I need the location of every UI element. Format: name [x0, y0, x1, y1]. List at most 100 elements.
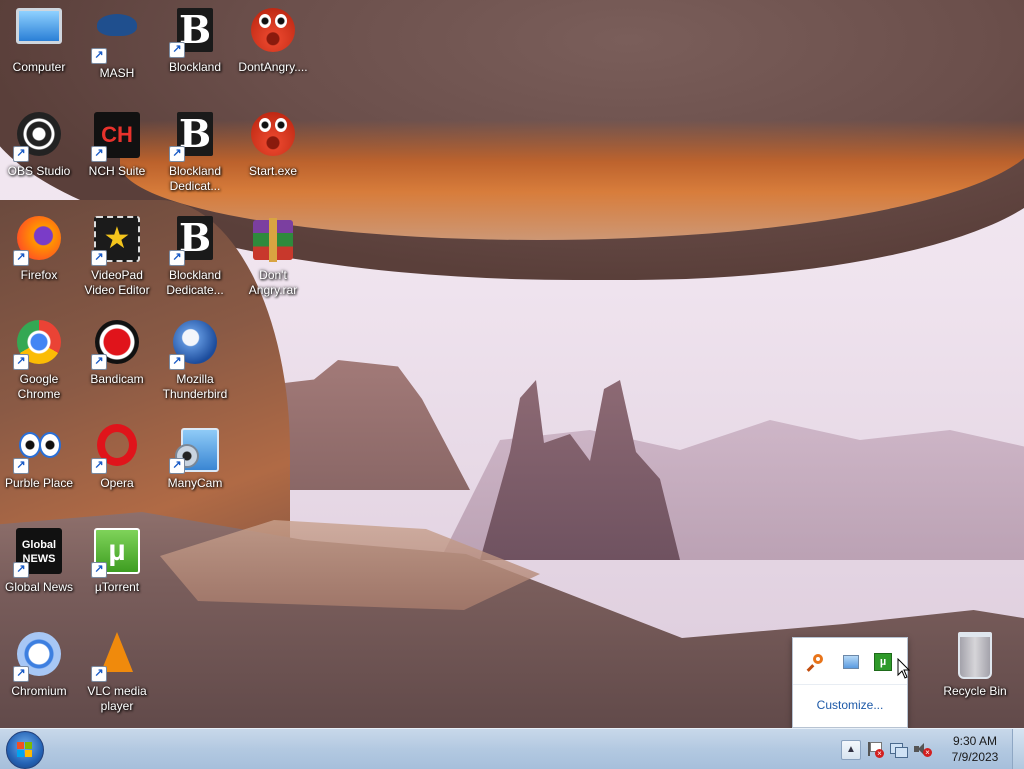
utorrent-icon: µ ↗ — [91, 528, 141, 578]
blockland-icon: B ↗ — [169, 112, 219, 162]
icon-label: Recycle Bin — [943, 684, 1007, 698]
shortcut-arrow-icon: ↗ — [169, 146, 185, 162]
icon-label: Mozilla Thunderbird — [162, 372, 228, 401]
desktop-icon-google-chrome[interactable]: ↗ Google Chrome — [0, 314, 78, 410]
dontangry-icon — [249, 8, 297, 56]
dontangry-icon — [249, 112, 297, 160]
nch-suite-icon: CH ↗ — [91, 112, 141, 162]
desktop-icon-chromium[interactable]: ↗ Chromium — [0, 626, 78, 722]
desktop-icon-firefox[interactable]: ↗ Firefox — [0, 210, 78, 306]
shortcut-arrow-icon: ↗ — [169, 250, 185, 266]
mouse-cursor-icon — [897, 658, 911, 679]
taskbar: ▲ × × 9:30 AM 7/9/2023 — [0, 728, 1024, 769]
desktop-icon-start-exe[interactable]: Start.exe — [234, 106, 312, 202]
shortcut-arrow-icon: ↗ — [91, 354, 107, 370]
bandicam-icon: ↗ — [91, 320, 141, 370]
shortcut-arrow-icon: ↗ — [91, 666, 107, 682]
icon-label: Opera — [100, 476, 134, 490]
desktop-icon-bandicam[interactable]: ↗ Bandicam — [78, 314, 156, 410]
desktop-icon-vlc[interactable]: ↗ VLC media player — [78, 626, 156, 722]
icon-label: Firefox — [20, 268, 58, 282]
shortcut-arrow-icon: ↗ — [169, 354, 185, 370]
shortcut-arrow-icon: ↗ — [91, 48, 107, 64]
shortcut-arrow-icon: ↗ — [91, 458, 107, 474]
customize-link[interactable]: Customize... — [793, 698, 907, 712]
icon-label: OBS Studio — [7, 164, 71, 178]
shortcut-arrow-icon: ↗ — [13, 458, 29, 474]
shortcut-arrow-icon: ↗ — [91, 146, 107, 162]
icon-label: µTorrent — [94, 580, 140, 594]
icon-label: Global News — [4, 580, 74, 594]
chrome-icon: ↗ — [13, 320, 63, 370]
desktop-icon-blockland-dedicated-1[interactable]: B ↗ Blockland Dedicat... — [156, 106, 234, 202]
icon-label: Chromium — [11, 684, 67, 698]
desktop-icon-opera[interactable]: ↗ Opera — [78, 418, 156, 514]
desktop-icon-blockland-dedicated-2[interactable]: B ↗ Blockland Dedicate... — [156, 210, 234, 306]
utorrent-tray-icon[interactable]: µ — [873, 652, 893, 672]
shortcut-arrow-icon: ↗ — [169, 458, 185, 474]
recycle-bin-icon — [951, 632, 999, 680]
blockland-icon: B ↗ — [169, 8, 219, 58]
icon-label: Blockland — [168, 60, 222, 74]
icon-label: Start.exe — [248, 164, 298, 178]
icon-label: Google Chrome — [17, 372, 61, 401]
computer-icon — [15, 8, 63, 56]
winrar-archive-icon — [249, 216, 297, 264]
icon-label: Purble Place — [4, 476, 74, 490]
desktop-icon-thunderbird[interactable]: ↗ Mozilla Thunderbird — [156, 314, 234, 410]
volume-muted-icon[interactable]: × — [913, 740, 932, 758]
desktop-icon-videopad[interactable]: ★ ↗ VideoPad Video Editor — [78, 210, 156, 306]
mash-icon: ↗ — [91, 14, 141, 64]
obs-icon: ↗ — [13, 112, 63, 162]
network-icon[interactable] — [889, 740, 908, 758]
shortcut-arrow-icon: ↗ — [13, 666, 29, 682]
icon-label: VideoPad Video Editor — [84, 268, 150, 297]
start-button[interactable] — [6, 731, 44, 769]
desktop-icon-purble-place[interactable]: ↗ Purble Place — [0, 418, 78, 514]
network-tray-icon[interactable] — [840, 652, 860, 672]
desktop-icon-recycle-bin[interactable]: Recycle Bin — [936, 626, 1014, 722]
icon-label: Computer — [12, 60, 66, 74]
desktop: Computer ↗ OBS Studio ↗ Firefox ↗ Google… — [0, 0, 1024, 728]
windows-logo-icon — [17, 742, 33, 758]
desktop-icon-nch-suite[interactable]: CH ↗ NCH Suite — [78, 106, 156, 202]
global-news-icon: Global NEWS ↗ — [13, 528, 63, 578]
purble-place-icon: ↗ — [13, 424, 63, 474]
icon-label: NCH Suite — [88, 164, 146, 178]
desktop-icon-dont-angry-rar[interactable]: Don't Angry.rar — [234, 210, 312, 306]
shortcut-arrow-icon: ↗ — [91, 250, 107, 266]
desktop-icon-computer[interactable]: Computer — [0, 2, 78, 98]
notification-overflow-popup: µ Customize... — [792, 637, 908, 728]
icon-label: Blockland Dedicate... — [166, 268, 224, 297]
desktop-icon-blockland[interactable]: B ↗ Blockland — [156, 2, 234, 98]
desktop-icon-utorrent[interactable]: µ ↗ µTorrent — [78, 522, 156, 618]
thunderbird-icon: ↗ — [169, 320, 219, 370]
videopad-icon: ★ ↗ — [91, 216, 141, 266]
desktop-icon-global-news[interactable]: Global NEWS ↗ Global News — [0, 522, 78, 618]
desktop-icon-mash[interactable]: ↗ MASH — [78, 2, 156, 98]
show-desktop-button[interactable] — [1012, 729, 1024, 769]
desktop-icon-manycam[interactable]: ↗ ManyCam — [156, 418, 234, 514]
clock-date: 7/9/2023 — [951, 750, 999, 764]
action-center-flag-icon[interactable]: × — [866, 740, 884, 758]
icon-label: Bandicam — [90, 372, 144, 386]
shortcut-arrow-icon: ↗ — [169, 42, 185, 58]
wallpaper-spires — [480, 380, 680, 560]
clock-time: 9:30 AM — [952, 734, 998, 748]
search-tray-icon[interactable] — [806, 652, 827, 672]
icon-label: VLC media player — [87, 684, 147, 713]
vlc-icon: ↗ — [91, 632, 141, 682]
shortcut-arrow-icon: ↗ — [13, 354, 29, 370]
show-hidden-icons-button[interactable]: ▲ — [841, 740, 861, 760]
blockland-icon: B ↗ — [169, 216, 219, 266]
opera-icon: ↗ — [91, 424, 141, 474]
clock[interactable]: 9:30 AM 7/9/2023 — [944, 733, 1006, 765]
desktop-icon-obs-studio[interactable]: ↗ OBS Studio — [0, 106, 78, 202]
icon-label: DontAngry.... — [238, 60, 308, 74]
icon-label: MASH — [99, 66, 135, 80]
chromium-icon: ↗ — [13, 632, 63, 682]
desktop-icon-dontangry[interactable]: DontAngry.... — [234, 2, 312, 98]
icon-label: Blockland Dedicat... — [168, 164, 222, 193]
shortcut-arrow-icon: ↗ — [13, 562, 29, 578]
manycam-icon: ↗ — [169, 424, 219, 474]
